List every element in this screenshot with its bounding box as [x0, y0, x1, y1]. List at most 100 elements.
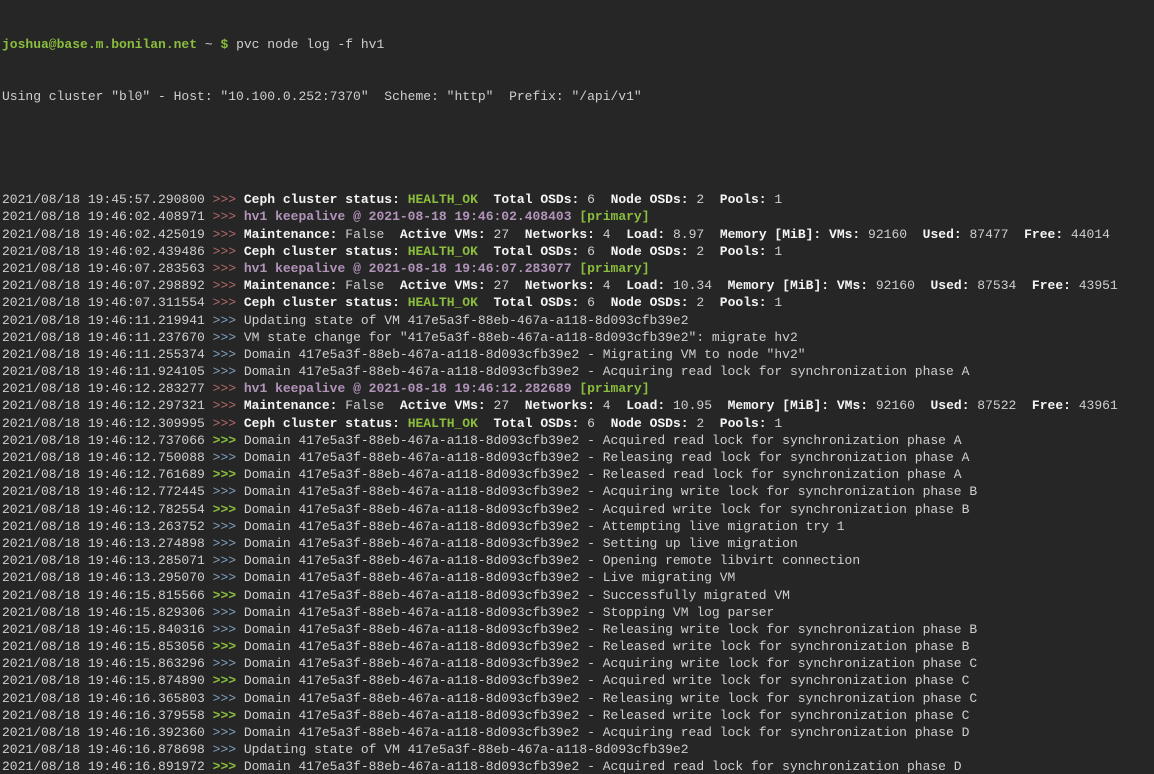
log-timestamp: 2021/08/18 19:46:12.782554 [2, 502, 213, 517]
log-timestamp: 2021/08/18 19:46:11.237670 [2, 330, 213, 345]
log-segment: Used: [930, 278, 969, 293]
log-marker: >>> [213, 347, 244, 362]
log-segment: Networks: [525, 398, 595, 413]
log-marker: >>> [213, 605, 244, 620]
log-timestamp: 2021/08/18 19:46:13.285071 [2, 553, 213, 568]
log-marker: >>> [213, 330, 244, 345]
log-marker: >>> [213, 313, 244, 328]
log-line: 2021/08/18 19:46:12.782554 >>> Domain 41… [2, 501, 1154, 518]
log-marker: >>> [213, 622, 244, 637]
log-segment: Networks: [525, 278, 595, 293]
log-line: 2021/08/18 19:46:07.283563 >>> hv1 keepa… [2, 260, 1154, 277]
log-marker: >>> [213, 553, 244, 568]
prompt-user-host: joshua@base.m.bonilan.net [2, 37, 197, 52]
log-marker: >>> [213, 433, 244, 448]
log-line: 2021/08/18 19:46:16.379558 >>> Domain 41… [2, 707, 1154, 724]
log-segment: Domain 417e5a3f-88eb-467a-a118-8d093cfb3… [244, 519, 845, 534]
log-segment: Ceph cluster status: [244, 192, 408, 207]
log-marker: >>> [213, 209, 244, 224]
log-segment: Domain 417e5a3f-88eb-467a-a118-8d093cfb3… [244, 484, 977, 499]
log-marker: >>> [213, 519, 244, 534]
log-segment: 27 [486, 227, 525, 242]
log-marker: >>> [213, 570, 244, 585]
log-segment: 92160 [860, 227, 922, 242]
log-segment: Domain 417e5a3f-88eb-467a-a118-8d093cfb3… [244, 433, 962, 448]
log-segment: Domain 417e5a3f-88eb-467a-a118-8d093cfb3… [244, 570, 735, 585]
log-segment: VMs: [837, 278, 868, 293]
log-marker: >>> [213, 484, 244, 499]
log-line: 2021/08/18 19:46:16.891972 >>> Domain 41… [2, 758, 1154, 774]
log-marker: >>> [213, 759, 244, 774]
log-segment: 2 [689, 192, 720, 207]
log-segment: 27 [486, 278, 525, 293]
log-marker: >>> [213, 381, 244, 396]
log-segment [478, 416, 494, 431]
log-segment: Domain 417e5a3f-88eb-467a-a118-8d093cfb3… [244, 691, 977, 706]
log-timestamp: 2021/08/18 19:46:15.840316 [2, 622, 213, 637]
log-segment: 92160 [868, 398, 930, 413]
log-line: 2021/08/18 19:46:12.309995 >>> Ceph clus… [2, 415, 1154, 432]
log-segment: Free: [1024, 227, 1063, 242]
log-timestamp: 2021/08/18 19:46:16.365803 [2, 691, 213, 706]
log-segment: Node OSDs: [611, 192, 689, 207]
log-segment: 4 [595, 278, 626, 293]
log-segment: Ceph cluster status: [244, 244, 408, 259]
log-segment: Total OSDs: [494, 295, 580, 310]
log-marker: >>> [213, 398, 244, 413]
log-line: 2021/08/18 19:46:11.219941 >>> Updating … [2, 312, 1154, 329]
log-segment: Domain 417e5a3f-88eb-467a-a118-8d093cfb3… [244, 588, 790, 603]
log-segment: 2 [689, 416, 720, 431]
log-segment: HEALTH_OK [408, 192, 478, 207]
log-segment: 8.97 [665, 227, 720, 242]
log-segment: Free: [1032, 398, 1071, 413]
log-segment: Memory [MiB]: [720, 227, 829, 242]
log-segment: 10.34 [665, 278, 727, 293]
log-segment: 87477 [962, 227, 1024, 242]
log-marker: >>> [213, 364, 244, 379]
log-segment: Pools: [720, 416, 767, 431]
log-line: 2021/08/18 19:46:02.425019 >>> Maintenan… [2, 226, 1154, 243]
log-timestamp: 2021/08/18 19:46:12.761689 [2, 467, 213, 482]
log-segment: Free: [1032, 278, 1071, 293]
log-line: 2021/08/18 19:46:13.263752 >>> Domain 41… [2, 518, 1154, 535]
blank-line [2, 140, 1154, 157]
log-segment: HEALTH_OK [408, 244, 478, 259]
log-segment: hv1 keepalive @ 2021-08-18 19:46:07.2830… [244, 261, 579, 276]
log-segment: False [337, 398, 399, 413]
log-timestamp: 2021/08/18 19:46:11.924105 [2, 364, 213, 379]
log-segment: VM state change for "417e5a3f-88eb-467a-… [244, 330, 798, 345]
log-segment: Total OSDs: [494, 416, 580, 431]
log-segment: Memory [MiB]: [728, 398, 837, 413]
log-segment: 1 [767, 416, 783, 431]
log-timestamp: 2021/08/18 19:46:15.874890 [2, 673, 213, 688]
log-line: 2021/08/18 19:46:13.295070 >>> Domain 41… [2, 569, 1154, 586]
log-line: 2021/08/18 19:46:15.840316 >>> Domain 41… [2, 621, 1154, 638]
log-line: 2021/08/18 19:46:15.853056 >>> Domain 41… [2, 638, 1154, 655]
log-line: 2021/08/18 19:46:12.283277 >>> hv1 keepa… [2, 380, 1154, 397]
log-segment: Total OSDs: [494, 244, 580, 259]
log-line: 2021/08/18 19:46:11.255374 >>> Domain 41… [2, 346, 1154, 363]
log-segment: Active VMs: [400, 227, 486, 242]
log-segment: Total OSDs: [494, 192, 580, 207]
log-timestamp: 2021/08/18 19:46:12.772445 [2, 484, 213, 499]
log-marker: >>> [213, 691, 244, 706]
log-timestamp: 2021/08/18 19:46:02.425019 [2, 227, 213, 242]
log-segment: Domain 417e5a3f-88eb-467a-a118-8d093cfb3… [244, 656, 977, 671]
log-segment: HEALTH_OK [408, 416, 478, 431]
log-timestamp: 2021/08/18 19:46:12.750088 [2, 450, 213, 465]
log-timestamp: 2021/08/18 19:46:15.815566 [2, 588, 213, 603]
log-timestamp: 2021/08/18 19:46:02.408971 [2, 209, 213, 224]
log-timestamp: 2021/08/18 19:46:13.263752 [2, 519, 213, 534]
log-line: 2021/08/18 19:46:12.750088 >>> Domain 41… [2, 449, 1154, 466]
log-segment: Domain 417e5a3f-88eb-467a-a118-8d093cfb3… [244, 708, 970, 723]
log-segment: Load: [626, 278, 665, 293]
log-marker: >>> [213, 416, 244, 431]
log-line: 2021/08/18 19:46:11.924105 >>> Domain 41… [2, 363, 1154, 380]
log-segment: Active VMs: [400, 398, 486, 413]
log-segment: 1 [767, 295, 783, 310]
log-segment: Pools: [720, 192, 767, 207]
log-segment: 27 [486, 398, 525, 413]
log-segment: Pools: [720, 295, 767, 310]
log-segment: Domain 417e5a3f-88eb-467a-a118-8d093cfb3… [244, 467, 962, 482]
log-line: 2021/08/18 19:46:15.815566 >>> Domain 41… [2, 587, 1154, 604]
